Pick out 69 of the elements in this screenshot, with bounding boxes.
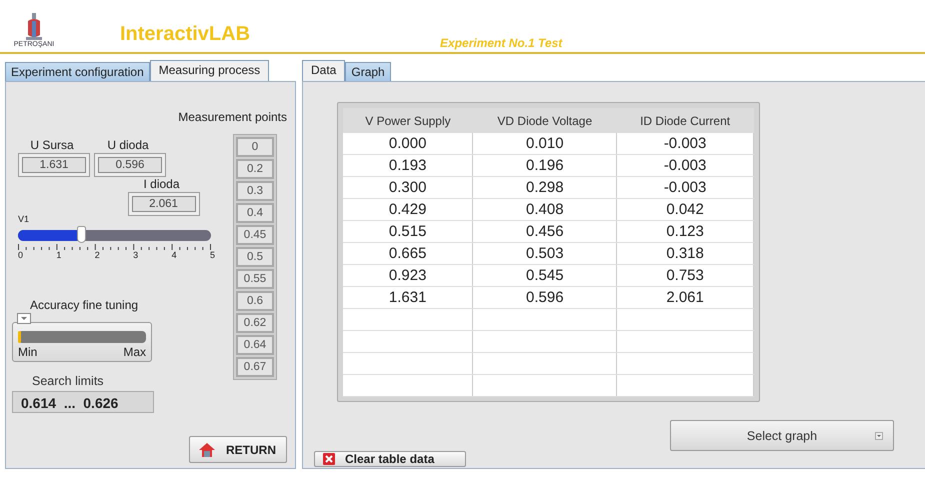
- tab[interactable]: Experiment configuration: [5, 62, 150, 81]
- table-cell: 0.010: [472, 133, 617, 154]
- column-header: VD Diode Voltage: [472, 108, 617, 133]
- table-cell: 0.515: [343, 220, 473, 242]
- point-field: 0.3: [236, 181, 274, 201]
- scale-label: 3: [133, 250, 138, 260]
- point-field: 0.2: [236, 159, 274, 179]
- search-limits-label: Search limits: [32, 374, 105, 388]
- readout-label: U dioda: [107, 138, 149, 152]
- point-field: 0.5: [236, 247, 274, 267]
- dropdown-icon: [875, 432, 883, 440]
- table-cell: 1.631: [343, 286, 473, 308]
- clear-table-button[interactable]: Clear table data: [314, 451, 466, 467]
- table-cell: -0.003: [616, 176, 754, 198]
- table-cell: 0.408: [472, 198, 617, 220]
- scale-label: 1: [56, 250, 62, 260]
- select-graph-dropdown[interactable]: Select graph: [670, 420, 894, 451]
- column-header: ID Diode Current: [616, 108, 754, 133]
- points-label: Measurement points: [178, 110, 287, 124]
- table-cell: 0.193: [343, 154, 473, 176]
- close-icon: [323, 453, 335, 465]
- slider-thumb[interactable]: [76, 226, 86, 243]
- point-field: 0.64: [236, 335, 274, 355]
- point-field: 0.62: [236, 313, 274, 333]
- table-cell: -0.003: [616, 133, 754, 154]
- table-cell: 0.318: [616, 242, 754, 264]
- scale-label: 5: [210, 250, 215, 260]
- table-cell: 0.596: [472, 286, 617, 308]
- table-cell: 0.300: [343, 176, 473, 198]
- point-field: 0.55: [236, 269, 274, 289]
- point-field: 0.45: [236, 225, 274, 245]
- column-header: V Power Supply: [343, 108, 473, 133]
- table-cell: 0.000: [343, 133, 473, 154]
- readout-label: I dioda: [143, 177, 180, 191]
- scale-label: 4: [172, 250, 177, 260]
- fine-tuning-thumb[interactable]: [16, 313, 31, 324]
- table-cell: 0.042: [616, 198, 754, 220]
- table-cell: 0.298: [472, 176, 617, 198]
- house-icon: [198, 442, 216, 458]
- search-limits-field: 0.614 ... 0.626: [12, 391, 154, 413]
- min-label: Min: [18, 345, 38, 359]
- app-title: InteractivLAB: [120, 23, 250, 47]
- table-cell: 0.923: [343, 264, 473, 286]
- table-cell: 0.123: [616, 220, 754, 242]
- tab[interactable]: Data: [302, 60, 346, 81]
- point-field: 0.6: [236, 291, 274, 311]
- table-cell: 0.429: [343, 198, 473, 220]
- table-cell: 2.061: [616, 286, 754, 308]
- point-field: 0.4: [236, 203, 274, 223]
- slider-label: V1: [18, 214, 30, 224]
- table-cell: 0.753: [616, 264, 754, 286]
- table-cell: 0.196: [472, 154, 617, 176]
- return-button[interactable]: RETURN: [189, 436, 287, 463]
- scale-label: 2: [94, 250, 100, 260]
- tab[interactable]: Graph: [345, 62, 391, 81]
- scale-label: 0: [18, 250, 24, 260]
- table-cell: 0.665: [343, 242, 473, 264]
- university-logo-icon: [24, 13, 44, 41]
- point-field: 0.67: [236, 357, 274, 377]
- max-label: Max: [123, 345, 146, 359]
- readout-label: U Sursa: [30, 138, 74, 152]
- table-cell: 0.545: [472, 264, 617, 286]
- tab[interactable]: Measuring process: [150, 60, 270, 81]
- experiment-title: Experiment No.1 Test: [440, 36, 562, 50]
- fine-tuning-label: Accuracy fine tuning: [30, 298, 140, 312]
- table-cell: -0.003: [616, 154, 754, 176]
- point-field: 0: [236, 137, 274, 157]
- table-cell: 0.503: [472, 242, 617, 264]
- table-cell: 0.456: [472, 220, 617, 242]
